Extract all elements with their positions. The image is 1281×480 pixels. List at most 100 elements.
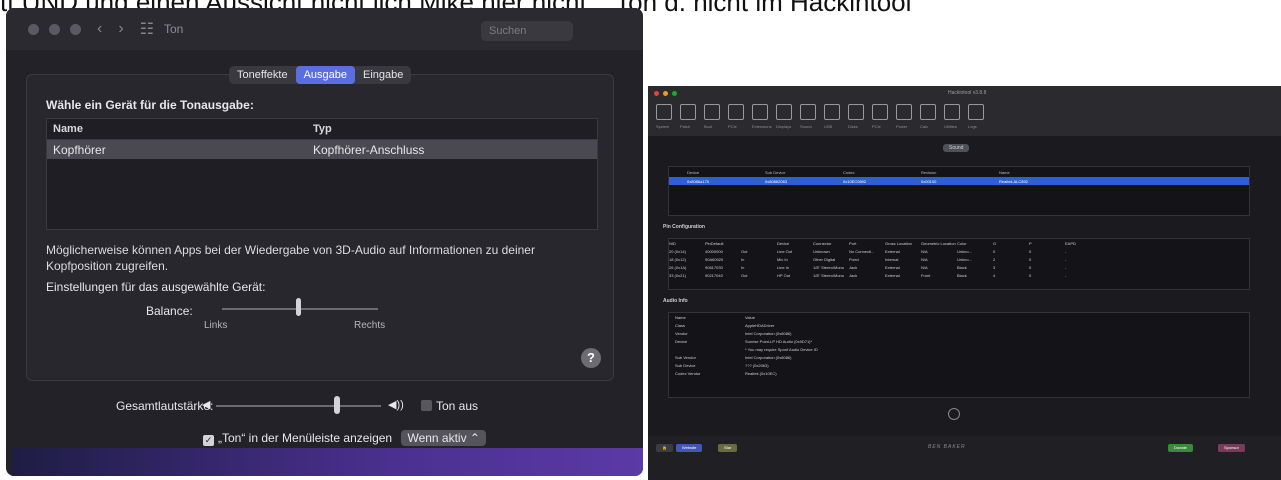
- column-header[interactable]: Geometric Location: [921, 241, 957, 246]
- zoom-button[interactable]: [672, 91, 677, 96]
- toolbar-calc-icon[interactable]: [920, 104, 936, 120]
- table-row[interactable]: Vendor Intel Corporation (0x8086): [669, 329, 1249, 337]
- toolbar-disks-icon[interactable]: [848, 104, 864, 120]
- cell: External: [885, 248, 900, 254]
- mute-checkbox[interactable]: Ton aus: [421, 399, 478, 413]
- table-row[interactable]: 0x8086a170 0x80862063 0x10EC0892 0x00100 Rea…: [669, 177, 1249, 185]
- menubar-checkbox[interactable]: ✓: [203, 435, 214, 446]
- balance-left-label: Links: [204, 320, 228, 331]
- cell: Jack: [849, 264, 858, 270]
- table-row[interactable]: Kopfhörer Kopfhörer-Anschluss: [47, 140, 597, 159]
- toolbar-utilities-label: Utilities: [944, 124, 957, 129]
- column-header[interactable]: Device: [777, 241, 813, 246]
- toolbar-pcie-icon[interactable]: [872, 104, 888, 120]
- donate-button[interactable]: Donate: [1168, 444, 1193, 452]
- website-button[interactable]: Website: [676, 444, 703, 452]
- toolbar-displays-icon[interactable]: [776, 104, 792, 120]
- column-header[interactable]: Value: [745, 315, 1249, 320]
- close-button[interactable]: [654, 91, 659, 96]
- cell: Unkno...: [957, 248, 972, 254]
- column-header[interactable]: P: [1029, 241, 1065, 246]
- table-row[interactable]: 20 (0x14) 40000000 Out Line Out Unknown No Co…: [669, 247, 1249, 255]
- table-row[interactable]: Sub Vendor Intel Corporation (0x8086): [669, 353, 1249, 361]
- volume-slider[interactable]: [216, 405, 381, 407]
- mute-label: Ton aus: [436, 399, 479, 413]
- cell: In: [741, 264, 745, 270]
- tab-ausgabe[interactable]: Ausgabe: [295, 66, 355, 84]
- column-header[interactable]: EAPD: [1065, 241, 1101, 246]
- column-header[interactable]: G: [993, 241, 1029, 246]
- minimize-button[interactable]: [663, 91, 668, 96]
- toolbar-patch-icon[interactable]: [680, 104, 696, 120]
- table-row[interactable]: 33 (0x21) 90217040 Out HP Out 1/8" Stereo/Mo…: [669, 271, 1249, 279]
- toolbar-usb-icon[interactable]: [824, 104, 840, 120]
- column-header[interactable]: Gross Location: [885, 241, 921, 246]
- table-row[interactable]: 26 (0x1A) 90817030 In Line In 1/8" Stereo/Mo…: [669, 263, 1249, 271]
- column-header[interactable]: Name: [999, 170, 1059, 175]
- toolbar-utilities-icon[interactable]: [944, 104, 960, 120]
- table-row[interactable]: Class AppleHDADriver: [669, 321, 1249, 329]
- column-header[interactable]: Connector: [813, 241, 849, 246]
- table-row[interactable]: Device Sunrise Point-LP HD Audio (0x9D71)…: [669, 337, 1249, 345]
- help-button[interactable]: ?: [581, 348, 601, 368]
- cell-value: Intel Corporation (0x8086): [745, 330, 792, 336]
- toolbar-pcie-icon[interactable]: [728, 104, 744, 120]
- column-header[interactable]: NID: [669, 241, 705, 246]
- cell: N/A: [921, 256, 928, 262]
- toolbar-boot-icon[interactable]: [704, 104, 720, 120]
- table-row[interactable]: Codec Vendor Realtek (0x10EC): [669, 369, 1249, 377]
- toolbar-logs-icon[interactable]: [968, 104, 984, 120]
- sponsor-button[interactable]: Sponsor: [1218, 444, 1245, 452]
- sound-button[interactable]: Sound: [943, 144, 970, 152]
- settings-label: Einstellungen für das ausgewählte Gerät:: [46, 280, 266, 294]
- toolbar-power-icon[interactable]: [896, 104, 912, 120]
- column-header[interactable]: Port: [849, 241, 885, 246]
- toolbar-displays-label: Displays: [776, 124, 792, 129]
- toolbar-sound-icon[interactable]: [800, 104, 816, 120]
- table-row[interactable]: 18 (0x12) 90A60020 In Mic In Other Digital Fi…: [669, 255, 1249, 263]
- toolbar-pcie-label: PCIe: [728, 124, 737, 129]
- table-row[interactable]: * You may require Spoof Audio Device ID: [669, 345, 1249, 353]
- cell: Unknown: [813, 248, 830, 254]
- column-header[interactable]: Name: [669, 315, 745, 320]
- pin-table: NID PinDefault Device Connector Port Gross Lo…: [668, 238, 1250, 290]
- toolbar-system-icon[interactable]: [656, 104, 672, 120]
- column-header[interactable]: PinDefault: [705, 241, 741, 246]
- column-type[interactable]: Typ: [313, 123, 597, 135]
- table-row[interactable]: Sub Device ??? (0x2063): [669, 361, 1249, 369]
- mute-box-icon[interactable]: [421, 400, 432, 411]
- back-icon[interactable]: ‹: [97, 20, 102, 38]
- device-table: Device Sub Device Codec Revision Name 0x8086…: [668, 166, 1250, 216]
- cell: 0: [1029, 256, 1032, 262]
- zoom-button[interactable]: [70, 23, 81, 35]
- forward-icon[interactable]: ›: [118, 20, 123, 38]
- column-header[interactable]: Codec: [843, 170, 903, 175]
- column-header[interactable]: Color: [957, 241, 993, 246]
- cell-name: Sub Vendor: [675, 354, 696, 360]
- cell: HP Out: [777, 272, 791, 278]
- close-button[interactable]: [28, 23, 39, 35]
- minimize-button[interactable]: [49, 23, 60, 35]
- column-header[interactable]: Revision: [921, 170, 981, 175]
- menubar-popup[interactable]: Wenn aktiv ⌃: [401, 430, 486, 446]
- cell-name: Sub Device: [675, 362, 696, 368]
- cell: 2: [993, 256, 996, 262]
- search-input[interactable]: Suchen: [481, 21, 573, 41]
- balance-knob[interactable]: [296, 298, 301, 316]
- column-header[interactable]: Sub Device: [765, 170, 825, 175]
- cell: 90217040: [705, 272, 723, 278]
- grid-icon[interactable]: ☷: [140, 19, 154, 39]
- star-button[interactable]: Star: [718, 444, 738, 452]
- toolbar-extensions-icon[interactable]: [752, 104, 768, 120]
- cell: 1/8" Stereo/Mono: [813, 272, 844, 278]
- settings-icon[interactable]: [948, 408, 960, 420]
- menubar-label: „Ton“ in der Menüleiste anzeigen: [218, 431, 393, 445]
- column-name[interactable]: Name: [47, 123, 313, 135]
- menubar-popup-value: Wenn aktiv: [407, 431, 467, 445]
- tab-eingabe[interactable]: Eingabe: [355, 66, 411, 84]
- column-header[interactable]: Device: [687, 170, 747, 175]
- tab-toneffekte[interactable]: Toneffekte: [229, 66, 296, 84]
- volume-knob[interactable]: [334, 396, 340, 414]
- sound-preferences-window: ‹ › ☷ Ton Suchen Toneffekte Ausgabe Eing…: [6, 8, 643, 476]
- lock-icon[interactable]: 🔒: [656, 444, 673, 452]
